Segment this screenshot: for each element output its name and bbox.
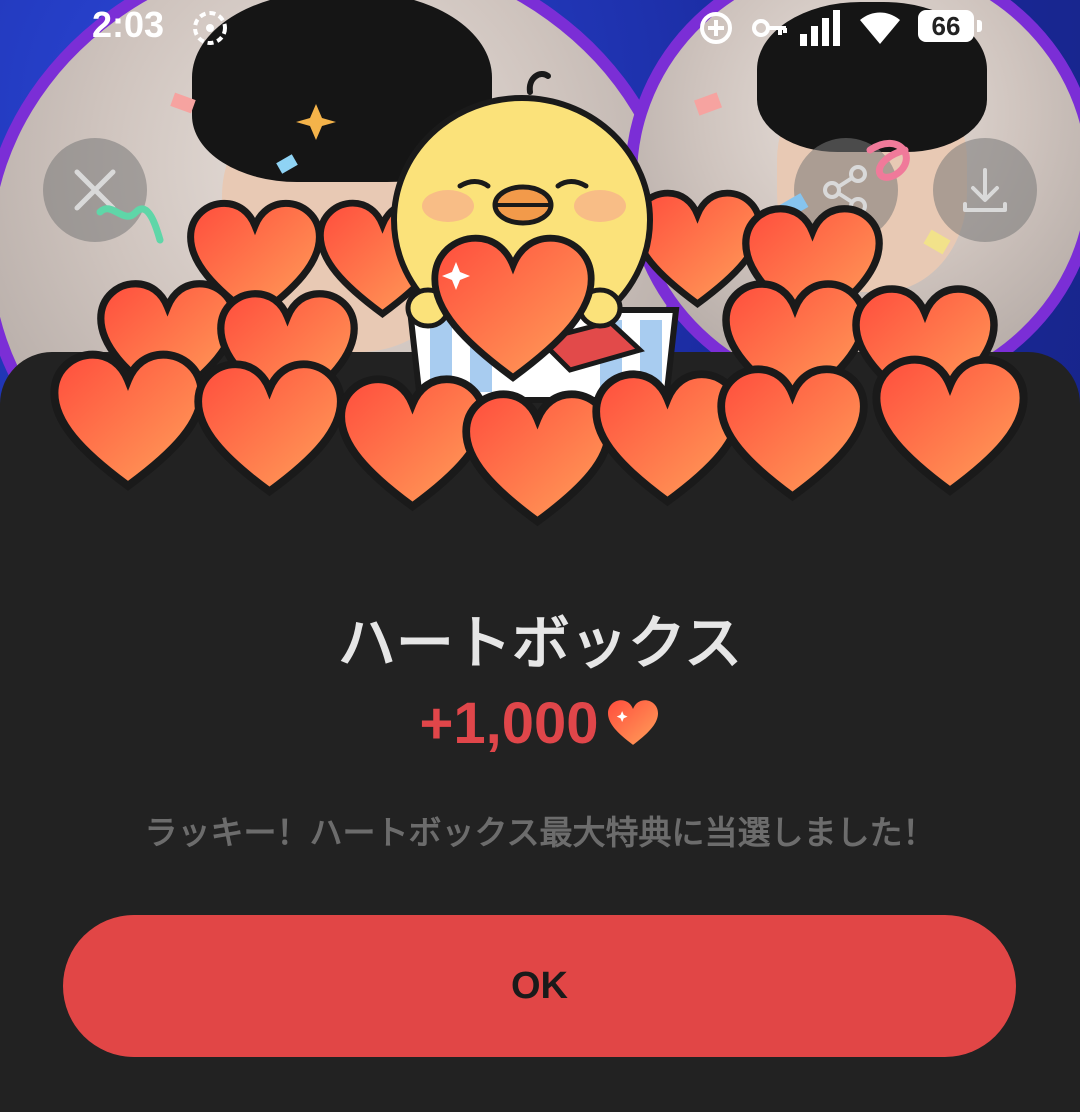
reward-amount-value: +1,000 xyxy=(419,691,599,756)
dialog-title: ハートボックス xyxy=(337,609,743,677)
ok-button[interactable]: OK xyxy=(63,915,1016,1057)
heart-box-illustration xyxy=(0,71,1080,560)
chick-character xyxy=(391,71,680,403)
heart-icon xyxy=(605,694,661,761)
reward-message: ラッキー！ハートボックス最大特典に当選しました！ xyxy=(144,813,936,852)
reward-amount: +1,000 xyxy=(0,690,1080,761)
